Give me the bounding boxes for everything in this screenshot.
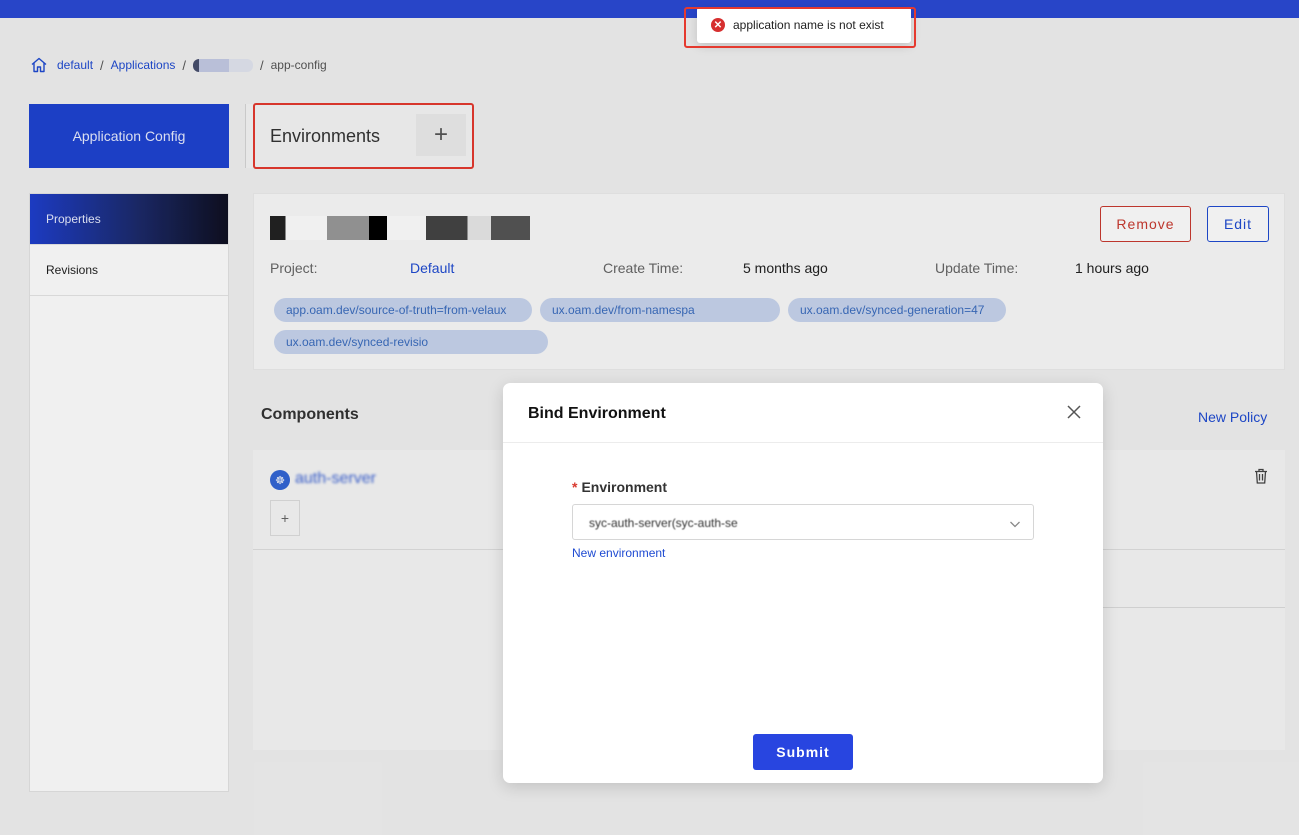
- chevron-down-icon: [1009, 517, 1021, 529]
- submit-button[interactable]: Submit: [753, 734, 853, 770]
- environment-field-label: * Environment: [572, 479, 667, 495]
- environment-select-value: syc-auth-server(syc-auth-se: [589, 516, 738, 530]
- close-icon[interactable]: [1065, 403, 1083, 421]
- bind-environment-dialog: Bind Environment * Environment syc-auth-s…: [503, 383, 1103, 783]
- dialog-header: Bind Environment: [503, 383, 1103, 443]
- top-bar: [0, 0, 1299, 18]
- environment-label-text: Environment: [581, 479, 668, 495]
- dialog-title: Bind Environment: [528, 405, 666, 422]
- environment-select[interactable]: syc-auth-server(syc-auth-se: [572, 504, 1034, 540]
- annotation-highlight-toast: [684, 7, 916, 48]
- new-environment-link[interactable]: New environment: [572, 546, 665, 560]
- required-marker: *: [572, 479, 578, 495]
